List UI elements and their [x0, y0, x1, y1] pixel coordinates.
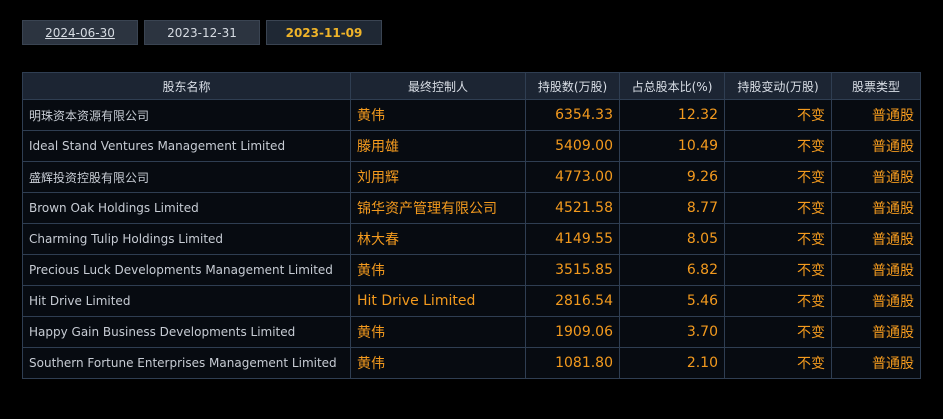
- cell-holder-name: Brown Oak Holdings Limited: [22, 192, 351, 224]
- cell-controller: 黄伟: [350, 99, 526, 131]
- table-row: Southern Fortune Enterprises Management …: [22, 347, 921, 379]
- cell-holder-name: Ideal Stand Ventures Management Limited: [22, 130, 351, 162]
- cell-change: 不变: [724, 99, 832, 131]
- header-ratio: 占总股本比(%): [619, 72, 725, 100]
- table-row: 盛辉投资控股有限公司 刘用辉 4773.00 9.26 不变 普通股: [22, 161, 921, 193]
- cell-ratio: 9.26: [619, 161, 725, 193]
- cell-controller: 黄伟: [350, 254, 526, 286]
- cell-controller: 黄伟: [350, 347, 526, 379]
- cell-holder-name: 盛辉投资控股有限公司: [22, 161, 351, 193]
- header-change: 持股变动(万股): [724, 72, 832, 100]
- tab-date-3-label: 2023-11-09: [285, 25, 363, 40]
- cell-change: 不变: [724, 254, 832, 286]
- cell-ratio: 10.49: [619, 130, 725, 162]
- table-row: Ideal Stand Ventures Management Limited 滕…: [22, 130, 921, 162]
- cell-controller: Hit Drive Limited: [350, 285, 526, 317]
- header-shares: 持股数(万股): [525, 72, 620, 100]
- cell-ratio: 3.70: [619, 316, 725, 348]
- cell-change: 不变: [724, 223, 832, 255]
- cell-controller: 滕用雄: [350, 130, 526, 162]
- cell-stock-type: 普通股: [831, 223, 921, 255]
- cell-holder-name: Precious Luck Developments Management Li…: [22, 254, 351, 286]
- cell-controller: 锦华资产管理有限公司: [350, 192, 526, 224]
- cell-stock-type: 普通股: [831, 316, 921, 348]
- cell-holder-name: Happy Gain Business Developments Limited: [22, 316, 351, 348]
- cell-ratio: 8.05: [619, 223, 725, 255]
- cell-stock-type: 普通股: [831, 285, 921, 317]
- tab-date-2-label: 2023-12-31: [167, 25, 237, 40]
- table-row: Charming Tulip Holdings Limited 林大春 4149.5…: [22, 223, 921, 255]
- cell-stock-type: 普通股: [831, 130, 921, 162]
- table-body: 明珠资本资源有限公司 黄伟 6354.33 12.32 不变 普通股 Ideal Stand…: [22, 99, 921, 379]
- table-row: Happy Gain Business Developments Limited…: [22, 316, 921, 348]
- cell-shares: 1081.80: [525, 347, 620, 379]
- table-row: Brown Oak Holdings Limited 锦华资产管理有限公司 4521…: [22, 192, 921, 224]
- cell-holder-name: 明珠资本资源有限公司: [22, 99, 351, 131]
- header-controller: 最终控制人: [350, 72, 526, 100]
- cell-change: 不变: [724, 285, 832, 317]
- cell-change: 不变: [724, 347, 832, 379]
- cell-shares: 2816.54: [525, 285, 620, 317]
- cell-shares: 1909.06: [525, 316, 620, 348]
- tab-date-1-label: 2024-06-30: [45, 25, 115, 40]
- table-header-row: 股东名称 最终控制人 持股数(万股) 占总股本比(%) 持股变动(万股) 股票类…: [22, 72, 921, 100]
- cell-controller: 刘用辉: [350, 161, 526, 193]
- cell-controller: 林大春: [350, 223, 526, 255]
- cell-change: 不变: [724, 316, 832, 348]
- tab-date-2[interactable]: 2023-12-31: [144, 20, 260, 45]
- cell-change: 不变: [724, 130, 832, 162]
- cell-shares: 4149.55: [525, 223, 620, 255]
- cell-shares: 4521.58: [525, 192, 620, 224]
- cell-holder-name: Hit Drive Limited: [22, 285, 351, 317]
- date-tabs: 2024-06-30 2023-12-31 2023-11-09: [22, 20, 382, 45]
- table-row: 明珠资本资源有限公司 黄伟 6354.33 12.32 不变 普通股: [22, 99, 921, 131]
- cell-change: 不变: [724, 161, 832, 193]
- cell-shares: 4773.00: [525, 161, 620, 193]
- header-holder-name: 股东名称: [22, 72, 351, 100]
- cell-shares: 6354.33: [525, 99, 620, 131]
- shareholder-table: 股东名称 最终控制人 持股数(万股) 占总股本比(%) 持股变动(万股) 股票类…: [22, 72, 921, 379]
- tab-date-3[interactable]: 2023-11-09: [266, 20, 382, 45]
- cell-shares: 3515.85: [525, 254, 620, 286]
- cell-ratio: 12.32: [619, 99, 725, 131]
- cell-controller: 黄伟: [350, 316, 526, 348]
- cell-holder-name: Charming Tulip Holdings Limited: [22, 223, 351, 255]
- table-row: Precious Luck Developments Management Li…: [22, 254, 921, 286]
- cell-ratio: 8.77: [619, 192, 725, 224]
- cell-change: 不变: [724, 192, 832, 224]
- cell-stock-type: 普通股: [831, 254, 921, 286]
- cell-stock-type: 普通股: [831, 347, 921, 379]
- cell-ratio: 6.82: [619, 254, 725, 286]
- cell-stock-type: 普通股: [831, 192, 921, 224]
- cell-ratio: 2.10: [619, 347, 725, 379]
- shareholder-page: 2024-06-30 2023-12-31 2023-11-09 股东名称 最终…: [0, 0, 943, 419]
- tab-date-1[interactable]: 2024-06-30: [22, 20, 138, 45]
- cell-ratio: 5.46: [619, 285, 725, 317]
- cell-stock-type: 普通股: [831, 99, 921, 131]
- cell-stock-type: 普通股: [831, 161, 921, 193]
- cell-holder-name: Southern Fortune Enterprises Management …: [22, 347, 351, 379]
- table-row: Hit Drive Limited Hit Drive Limited 2816.5…: [22, 285, 921, 317]
- header-stock-type: 股票类型: [831, 72, 921, 100]
- cell-shares: 5409.00: [525, 130, 620, 162]
